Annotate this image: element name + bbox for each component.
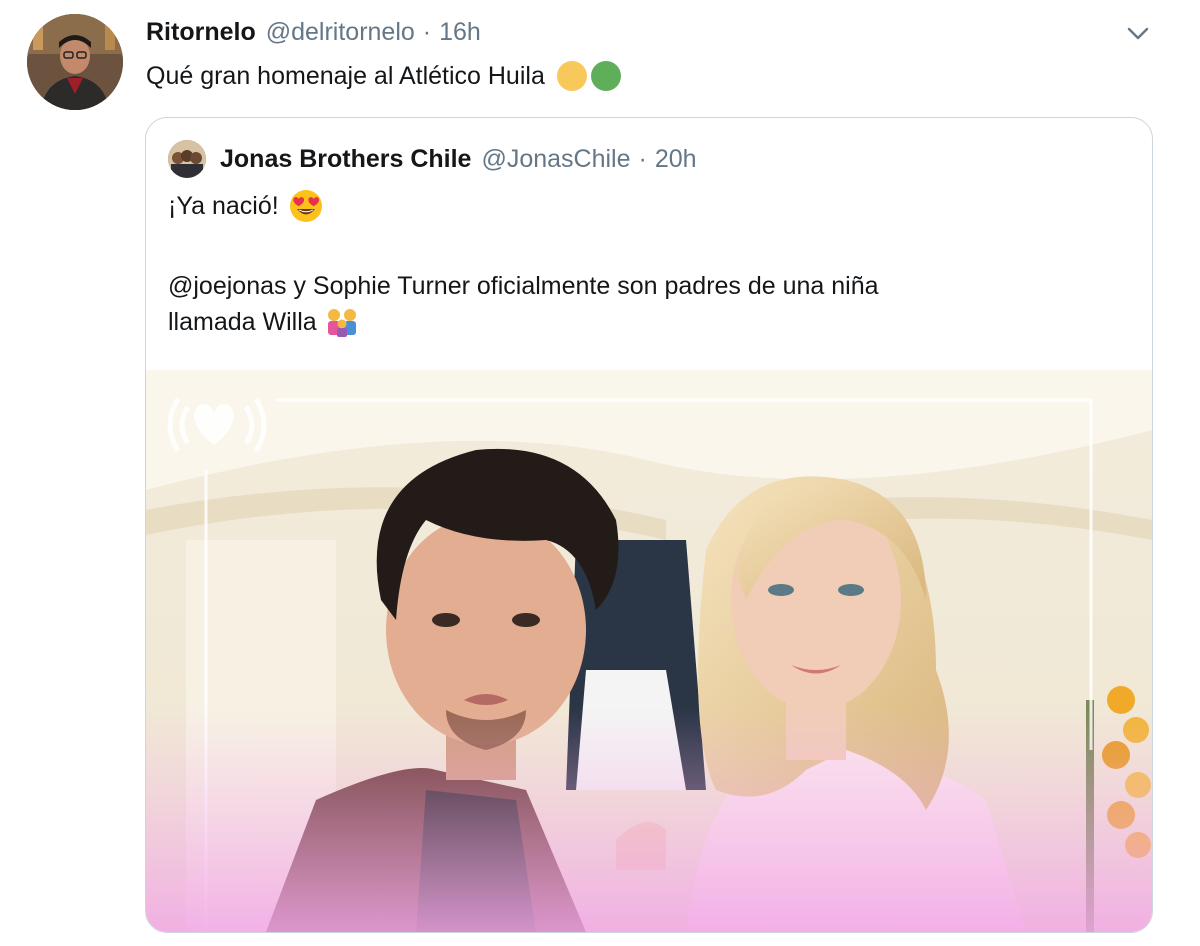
tweet-time[interactable]: 16h (439, 18, 481, 47)
tweet-text: Qué gran homenaje al Atlético Huila (146, 62, 545, 90)
yellow-circle-emoji-icon (556, 61, 587, 91)
quoted-media-photo[interactable] (146, 370, 1152, 932)
quoted-text-line-3: llamada Willa (168, 308, 317, 336)
quoted-text: ¡Ya nació! @joejonas y Sophie Turner ofi… (168, 188, 879, 340)
green-circle-emoji-icon (590, 61, 621, 91)
heart-eyes-emoji-icon (289, 189, 323, 223)
tweet[interactable]: Ritornelo @delritornelo · 16h Qué gran h… (0, 0, 1200, 946)
quoted-time[interactable]: 20h (655, 145, 697, 174)
photo-image (146, 370, 1152, 932)
quoted-line-3: llamada Willa (168, 304, 879, 340)
quoted-header: Jonas Brothers Chile @JonasChile · 20h (220, 140, 697, 178)
quoted-author-handle[interactable]: @JonasChile (481, 145, 630, 174)
quoted-line-2: @joejonas y Sophie Turner oficialmente s… (168, 268, 879, 304)
tweet-header: Ritornelo @delritornelo · 16h (146, 14, 481, 50)
quoted-text-line-1: ¡Ya nació! (168, 192, 279, 220)
avatar-image (27, 14, 123, 110)
quoted-author-name[interactable]: Jonas Brothers Chile (220, 145, 471, 174)
author-avatar[interactable] (27, 14, 123, 110)
quoted-author-avatar[interactable] (168, 140, 206, 178)
quoted-avatar-image (168, 140, 206, 178)
quoted-line-1: ¡Ya nació! (168, 188, 879, 224)
chevron-down-icon[interactable] (1125, 22, 1151, 44)
joejonas-mention-text: @joejonas y Sophie Turner oficialmente s… (168, 272, 879, 300)
separator-dot: · (422, 17, 432, 46)
author-name[interactable]: Ritornelo (146, 18, 256, 47)
quoted-separator-dot: · (638, 144, 647, 173)
quoted-tweet[interactable]: Jonas Brothers Chile @JonasChile · 20h ¡… (145, 117, 1153, 933)
author-handle[interactable]: @delritornelo (266, 18, 415, 47)
tweet-text-line: Qué gran homenaje al Atlético Huila (146, 58, 621, 94)
family-emoji-icon (325, 307, 359, 337)
